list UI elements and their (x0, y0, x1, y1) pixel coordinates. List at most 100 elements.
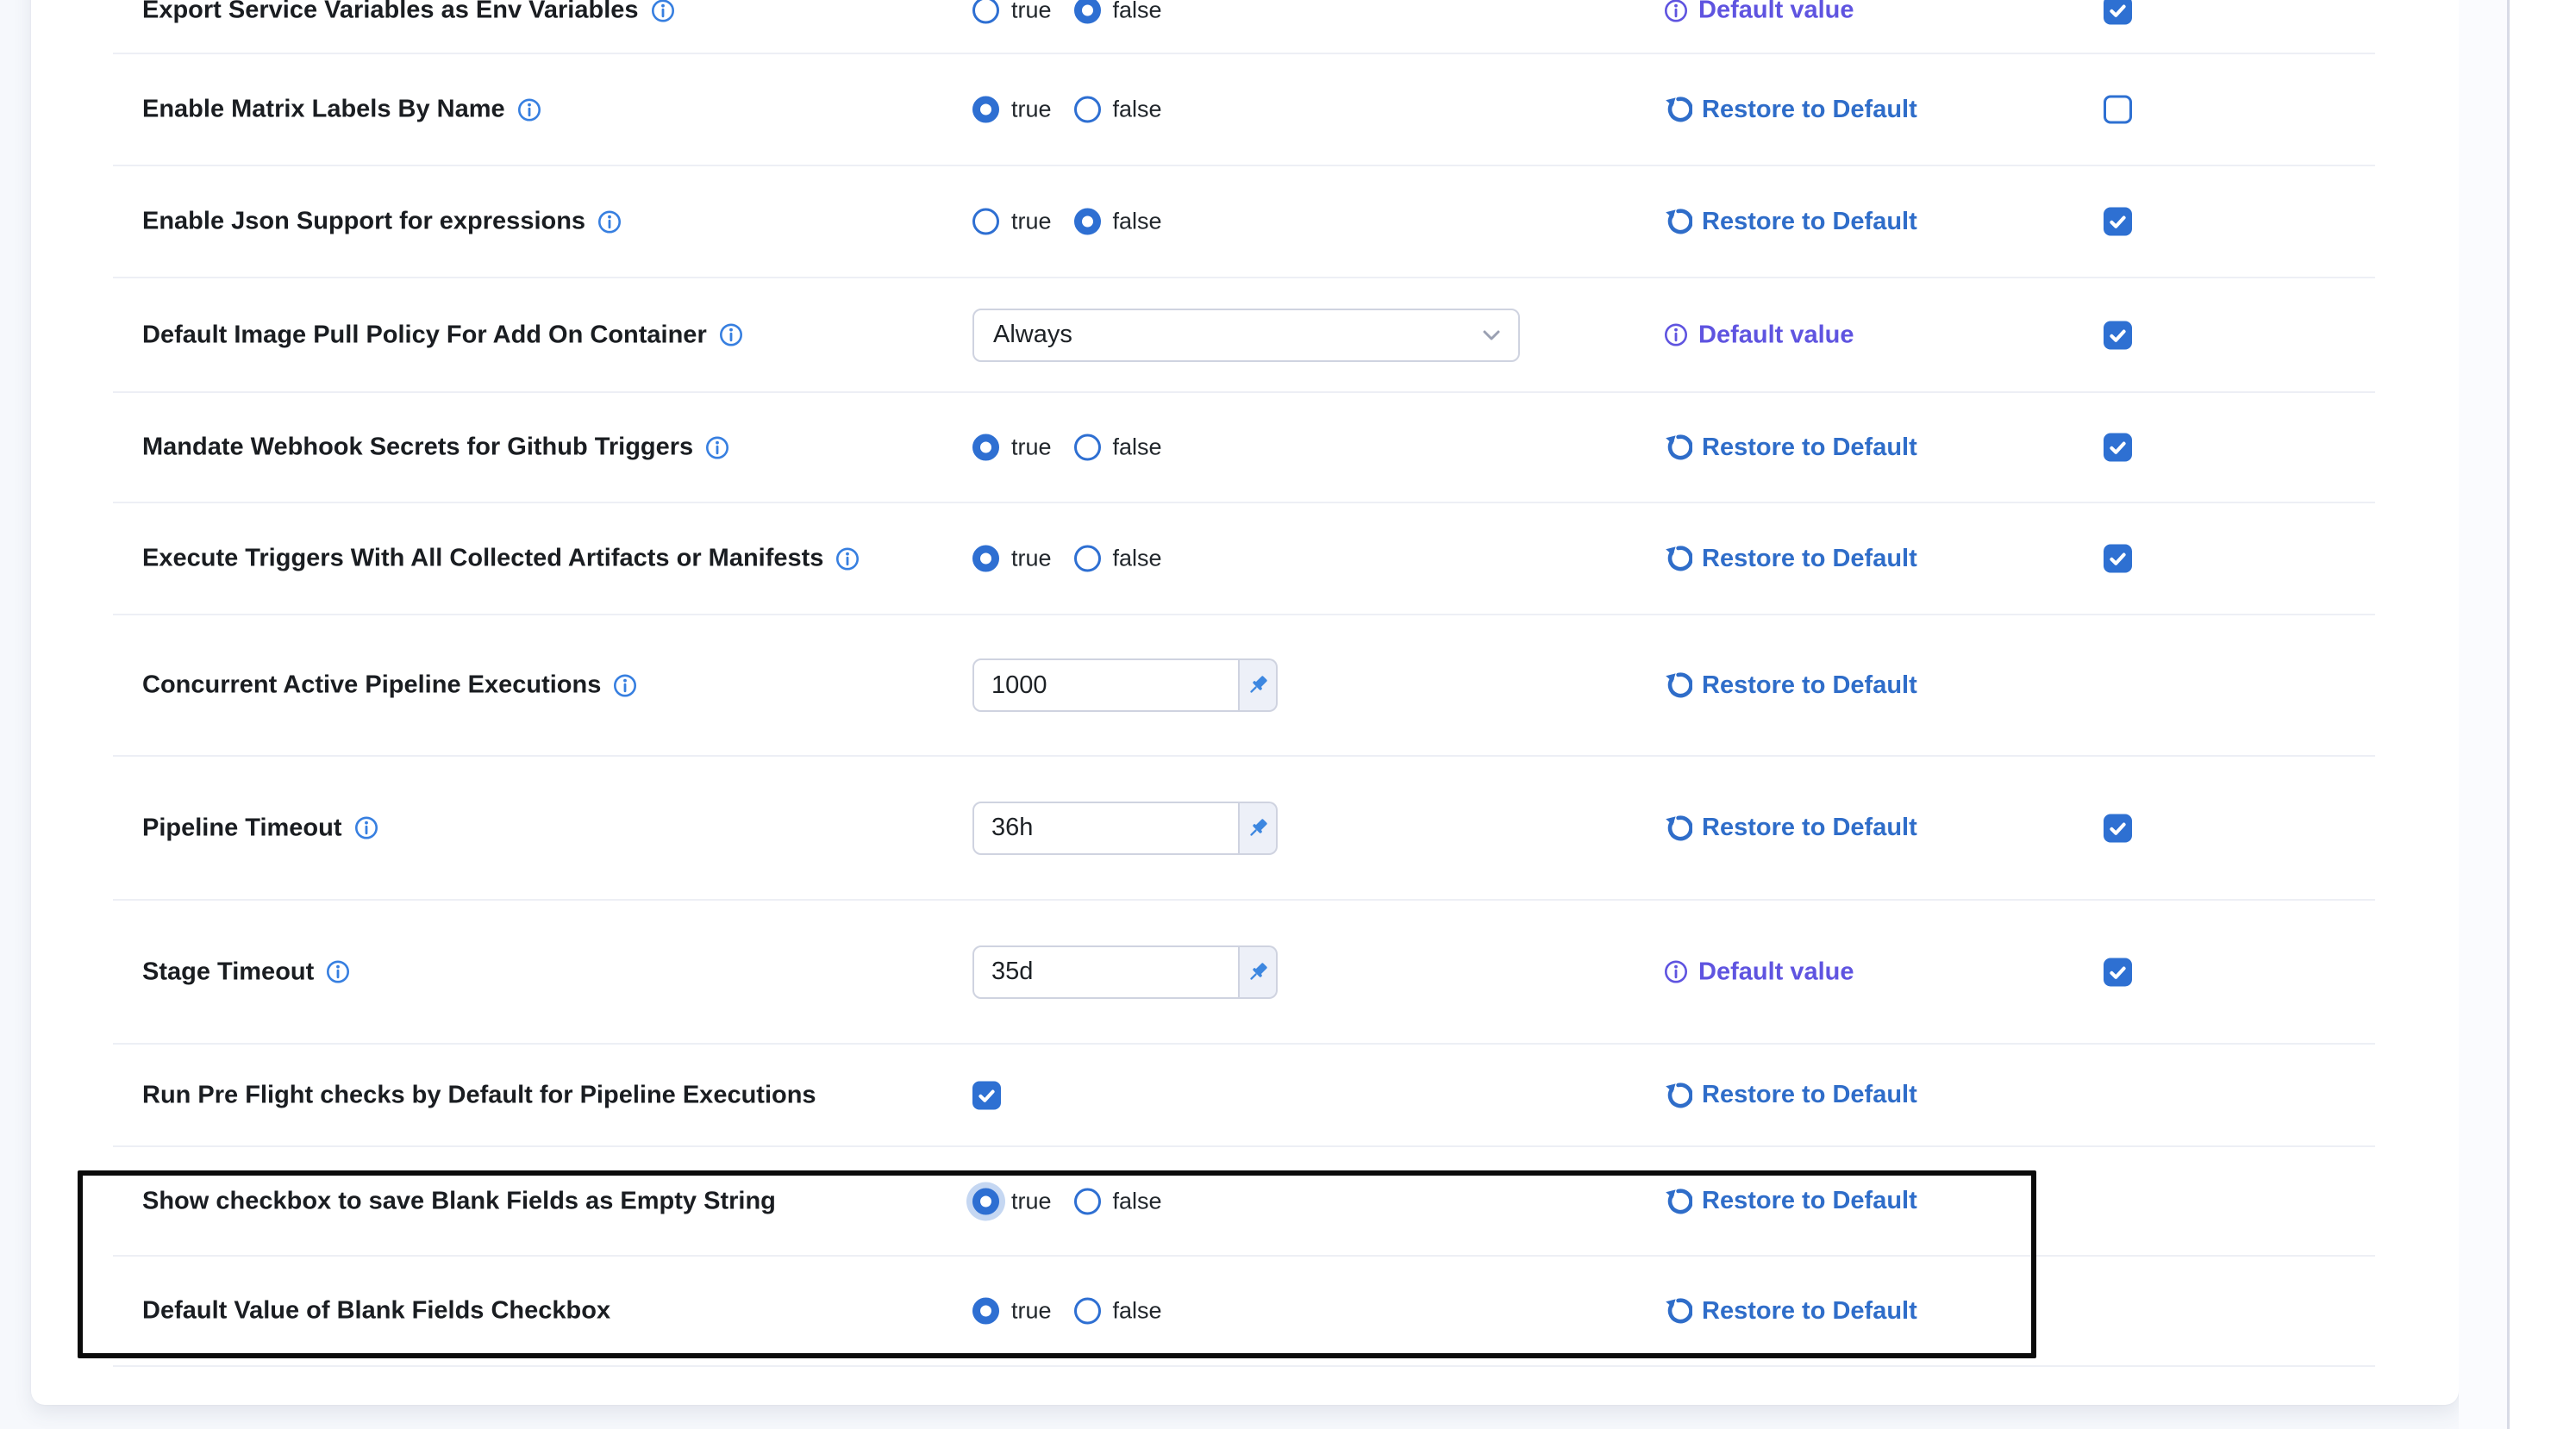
info-icon (650, 0, 676, 23)
restore-icon (1663, 1296, 1692, 1326)
radio-true-circle[interactable] (972, 97, 999, 123)
setting-control: true false (972, 0, 1185, 24)
setting-label: Mandate Webhook Secrets for Github Trigg… (142, 434, 730, 462)
pin-icon (1245, 672, 1271, 698)
pin-button[interactable] (1240, 658, 1278, 712)
radio-false-circle[interactable] (1074, 546, 1101, 572)
pin-button[interactable] (1240, 802, 1278, 855)
info-icon (516, 97, 542, 122)
restore-to-default-button[interactable]: Restore to Default (1663, 671, 1917, 700)
radio-option-false[interactable]: false (1074, 0, 1162, 24)
radio-false-circle[interactable] (1074, 209, 1101, 235)
pin-button[interactable] (1240, 945, 1278, 999)
radio-option-false[interactable]: false (1074, 546, 1162, 572)
radio-true-circle[interactable] (972, 0, 999, 24)
setting-label: Pipeline Timeout (142, 814, 379, 842)
setting-action: Default value (1663, 321, 1854, 349)
setting-control: true false (972, 1188, 1185, 1214)
radio-true-label: true (1011, 97, 1052, 123)
restore-to-default-button[interactable]: Restore to Default (1663, 1187, 1917, 1216)
radio-true-circle[interactable] (972, 1298, 999, 1325)
radio-option-true[interactable]: true (972, 1188, 1052, 1214)
action-label: Default value (1698, 321, 1854, 349)
setting-enabled-checkbox[interactable] (2104, 434, 2132, 462)
default-value-button[interactable]: Default value (1663, 321, 1854, 349)
setting-row-stage-timeout: Stage Timeout Default value (31, 900, 2459, 1044)
setting-enabled-checkbox[interactable] (2104, 0, 2132, 25)
radio-false-circle[interactable] (1074, 97, 1101, 123)
setting-enabled-checkbox[interactable] (2104, 545, 2132, 573)
radio-true-circle[interactable] (972, 434, 999, 461)
radio-true-circle[interactable] (972, 209, 999, 235)
setting-action: Restore to Default (1663, 671, 1917, 700)
radio-option-false[interactable]: false (1074, 434, 1162, 461)
radio-option-true[interactable]: true (972, 209, 1052, 235)
restore-icon (1663, 671, 1692, 700)
setting-row-show-blank-fields-checkbox: Show checkbox to save Blank Fields as Em… (31, 1146, 2459, 1256)
setting-enabled-checkbox[interactable] (2104, 96, 2132, 124)
radio-option-false[interactable]: false (1074, 209, 1162, 235)
pipeline-timeout-input-group (972, 802, 1278, 855)
action-label: Restore to Default (1702, 1187, 1917, 1215)
radio-option-false[interactable]: false (1074, 97, 1162, 123)
setting-enabled-checkbox[interactable] (2104, 814, 2132, 842)
radio-option-true[interactable]: true (972, 434, 1052, 461)
action-label: Restore to Default (1702, 208, 1917, 236)
radio-true-circle[interactable] (972, 546, 999, 572)
pipeline-timeout-input[interactable] (972, 802, 1240, 855)
radio-false-circle[interactable] (1074, 1188, 1101, 1214)
run-preflight-checks-checkbox[interactable] (972, 1081, 1001, 1109)
setting-row-run-preflight-checks: Run Pre Flight checks by Default for Pip… (31, 1044, 2459, 1146)
radio-option-true[interactable]: true (972, 1298, 1052, 1325)
restore-to-default-button[interactable]: Restore to Default (1663, 1296, 1917, 1326)
setting-control: Always (972, 309, 1520, 362)
stage-timeout-input[interactable] (972, 945, 1240, 999)
pin-icon (1245, 959, 1271, 985)
default-value-button[interactable]: Default value (1663, 0, 1854, 25)
radio-option-true[interactable]: true (972, 546, 1052, 572)
setting-action: Restore to Default (1663, 544, 1917, 573)
setting-enabled-cell (2104, 208, 2132, 236)
radio-option-true[interactable]: true (972, 97, 1052, 123)
setting-label: Default Image Pull Policy For Add On Con… (142, 321, 744, 349)
restore-icon (1663, 1187, 1692, 1216)
restore-to-default-button[interactable]: Restore to Default (1663, 544, 1917, 573)
radio-option-true[interactable]: true (972, 0, 1052, 24)
radio-false-circle[interactable] (1074, 434, 1101, 461)
setting-action: Restore to Default (1663, 814, 1917, 843)
setting-label-text: Concurrent Active Pipeline Executions (142, 671, 601, 700)
setting-enabled-checkbox[interactable] (2104, 208, 2132, 236)
setting-enabled-checkbox[interactable] (2104, 321, 2132, 349)
default-image-pull-policy-select[interactable]: Always (972, 309, 1520, 362)
radio-true-label: true (1011, 0, 1052, 24)
concurrent-pipeline-executions-input[interactable] (972, 658, 1240, 712)
setting-label-text: Default Image Pull Policy For Add On Con… (142, 321, 707, 349)
restore-to-default-button[interactable]: Restore to Default (1663, 433, 1917, 462)
setting-action: Default value (1663, 958, 1854, 986)
restore-to-default-button[interactable]: Restore to Default (1663, 814, 1917, 843)
setting-label-text: Mandate Webhook Secrets for Github Trigg… (142, 434, 693, 462)
radio-false-circle[interactable] (1074, 1298, 1101, 1325)
setting-label: Concurrent Active Pipeline Executions (142, 671, 638, 700)
setting-control: true false (972, 546, 1185, 572)
restore-to-default-button[interactable]: Restore to Default (1663, 1081, 1917, 1110)
setting-label-text: Enable Matrix Labels By Name (142, 96, 505, 124)
setting-enabled-cell (2104, 0, 2132, 25)
restore-to-default-button[interactable]: Restore to Default (1663, 95, 1917, 124)
info-icon (1663, 0, 1689, 23)
default-value-button[interactable]: Default value (1663, 958, 1854, 986)
radio-option-false[interactable]: false (1074, 1298, 1162, 1325)
restore-to-default-button[interactable]: Restore to Default (1663, 207, 1917, 236)
radio-false-circle[interactable] (1074, 0, 1101, 24)
setting-enabled-cell (2104, 545, 2132, 573)
setting-label-text: Pipeline Timeout (142, 814, 342, 842)
setting-label: Stage Timeout (142, 958, 351, 986)
action-label: Restore to Default (1702, 545, 1917, 573)
radio-option-false[interactable]: false (1074, 1188, 1162, 1214)
settings-card: Export Service Variables as Env Variable… (31, 0, 2459, 1405)
radio-true-label: true (1011, 546, 1052, 572)
setting-action: Restore to Default (1663, 95, 1917, 124)
radio-true-circle[interactable] (972, 1188, 999, 1214)
setting-enabled-checkbox[interactable] (2104, 958, 2132, 986)
action-label: Restore to Default (1702, 671, 1917, 700)
